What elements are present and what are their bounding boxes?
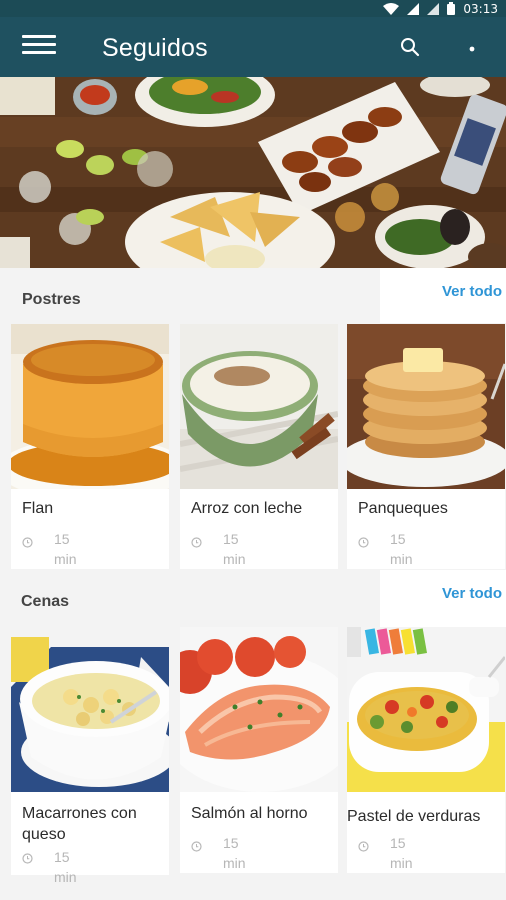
hero-food-image <box>0 77 506 268</box>
clock-icon <box>191 537 202 548</box>
clock-icon <box>22 537 33 548</box>
app-bar: Seguidos <box>0 17 506 77</box>
recipe-name: Panqueques <box>358 500 448 517</box>
recipe-name: Salmón al horno <box>191 805 308 822</box>
recipe-time-unit: min <box>390 855 413 871</box>
menu-button[interactable] <box>22 35 56 59</box>
recipe-time-unit: min <box>223 551 246 567</box>
arroz-con-leche-image <box>180 324 338 489</box>
recipe-name: Arroz con leche <box>191 500 303 517</box>
section-title-cenas: Cenas <box>21 593 70 610</box>
recipe-name: Pastel de verduras <box>347 808 481 825</box>
signal-icon <box>407 2 420 15</box>
status-bar: 03:13 <box>0 0 506 17</box>
panqueques-image <box>347 324 505 489</box>
pastel-de-verduras-image <box>347 627 505 792</box>
signal-icon-2 <box>427 2 440 15</box>
flan-image <box>11 324 169 489</box>
recipe-card-panqueques[interactable]: Panqueques 15 min <box>347 324 505 569</box>
salmon-image <box>180 627 338 792</box>
clock-icon <box>191 841 202 852</box>
clock-icon <box>358 841 369 852</box>
recipe-time-value: 15 <box>223 835 239 851</box>
wifi-icon <box>383 2 400 15</box>
battery-icon <box>447 2 456 15</box>
recipe-name: Flan <box>22 500 54 517</box>
recipe-card-flan[interactable]: Flan 15 min <box>11 324 169 569</box>
recipe-time-unit: min <box>390 551 413 567</box>
search-icon <box>401 38 420 57</box>
status-time: 03:13 <box>463 1 498 16</box>
app-screen: 03:13 Seguidos Postres Ver todo Flan 15 … <box>0 0 506 900</box>
search-button[interactable] <box>400 37 424 61</box>
recipe-card-salmon-al-horno[interactable]: Salmón al horno 15 min <box>180 627 338 873</box>
recipe-card-pastel-de-verduras[interactable]: Pastel de verduras 15 min <box>347 627 505 873</box>
menu-icon-bar-3 <box>22 51 56 54</box>
recipe-time-value: 15 <box>390 835 406 851</box>
recipe-time-value: 15 <box>223 531 239 547</box>
see-all-postres-link[interactable]: Ver todo <box>442 282 502 302</box>
recipe-card-macarrones-con-queso[interactable]: Macarrones con queso 15 min <box>11 627 169 885</box>
overflow-menu-button[interactable] <box>462 37 482 61</box>
recipe-time-unit: min <box>223 855 246 871</box>
section-title-postres: Postres <box>22 291 81 308</box>
more-vert-icon <box>469 46 475 52</box>
recipe-time-unit: min <box>54 869 77 885</box>
see-all-cenas-link[interactable]: Ver todo <box>442 584 502 604</box>
menu-icon <box>22 35 56 38</box>
macarrones-image <box>11 627 169 792</box>
recipe-time-unit: min <box>54 551 77 567</box>
clock-icon <box>358 537 369 548</box>
menu-icon-bar-2 <box>22 43 56 46</box>
recipe-time-value: 15 <box>390 531 406 547</box>
recipe-name: Macarrones con queso <box>22 805 137 843</box>
status-icons: 03:13 <box>383 1 498 16</box>
recipe-time-value: 15 <box>54 849 70 865</box>
recipe-time-value: 15 <box>54 531 70 547</box>
recipe-card-arroz-con-leche[interactable]: Arroz con leche 15 min <box>180 324 338 569</box>
clock-icon <box>22 853 33 864</box>
page-title: Seguidos <box>102 34 208 62</box>
